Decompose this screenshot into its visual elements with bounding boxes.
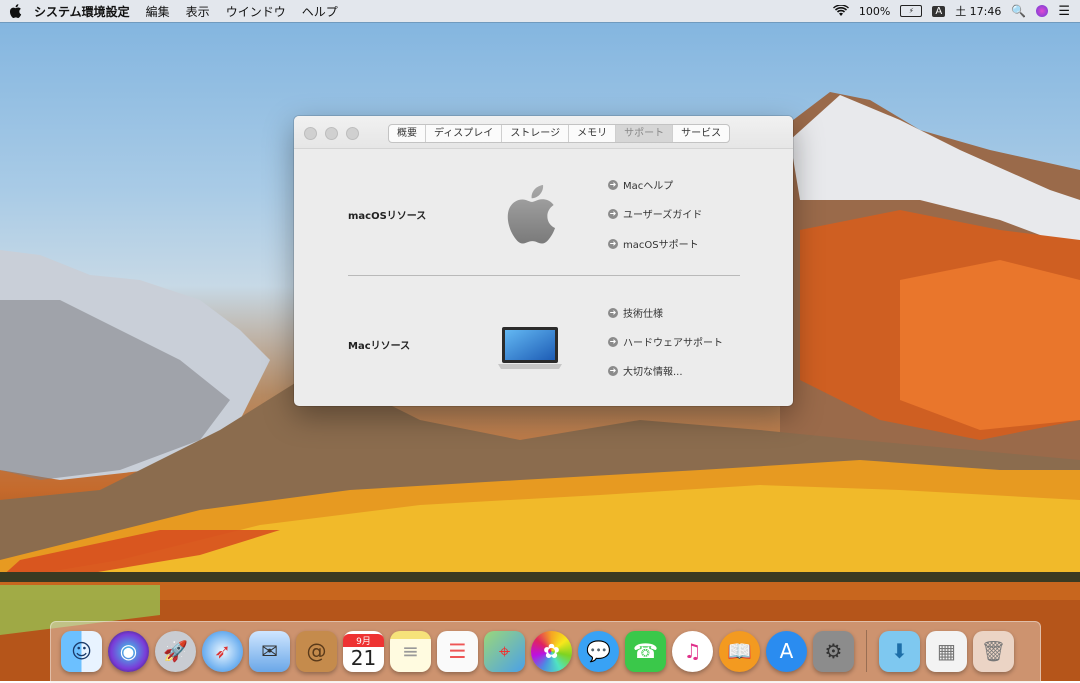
ibooks-icon[interactable]: 📖	[719, 630, 760, 672]
itunes-icon[interactable]: ♫	[672, 630, 713, 672]
zoom-button[interactable]	[346, 127, 359, 140]
tab-overview[interactable]: 概要	[389, 125, 425, 142]
tab-display[interactable]: ディスプレイ	[425, 125, 501, 142]
arrow-right-icon: ➜	[608, 307, 618, 318]
arrow-right-icon: ➜	[608, 208, 618, 219]
link-mac-help[interactable]: ➜ Macヘルプ	[608, 177, 673, 192]
menu-help[interactable]: ヘルプ	[294, 3, 346, 20]
minimize-button[interactable]	[325, 127, 338, 140]
battery-icon[interactable]: ⚡	[900, 5, 923, 17]
arrow-right-icon: ➜	[608, 365, 618, 376]
link-macos-support[interactable]: ➜ macOSサポート	[608, 236, 699, 251]
section-divider	[348, 275, 740, 276]
photos-icon[interactable]: ✿	[531, 630, 572, 672]
apple-logo-icon	[507, 185, 556, 244]
mail-icon[interactable]: ✉	[249, 630, 290, 672]
dock-separator	[866, 630, 867, 672]
wifi-icon[interactable]	[832, 5, 849, 17]
tab-support[interactable]: サポート	[615, 125, 673, 142]
messages-icon[interactable]: 💬	[578, 630, 619, 672]
recent-documents-icon[interactable]: ▦	[926, 630, 967, 672]
finder-icon[interactable]: ☺	[61, 630, 102, 672]
arrow-right-icon: ➜	[608, 179, 618, 190]
macbook-icon	[498, 327, 562, 369]
macos-resources-title: macOSリソース	[348, 211, 427, 222]
arrow-right-icon: ➜	[608, 238, 618, 249]
support-pane: macOSリソース ➜ Macヘルプ ➜ ユーザーズガイド ➜ macOSサポート M…	[294, 149, 793, 406]
menu-bar: システム環境設定 編集 表示 ウインドウ ヘルプ 100% ⚡ A 土 17:4…	[0, 0, 1080, 22]
safari-icon[interactable]: ➶	[202, 630, 243, 672]
trash-icon[interactable]: 🗑	[973, 630, 1014, 672]
siri-icon[interactable]: ◉	[108, 630, 149, 672]
downloads-folder-icon[interactable]: ⬇	[879, 630, 920, 672]
tab-service[interactable]: サービス	[672, 125, 729, 142]
notes-icon[interactable]: ≡	[390, 630, 431, 672]
link-tech-specs[interactable]: ➜ 技術仕様	[608, 305, 663, 320]
menu-clock[interactable]: 土 17:46	[955, 3, 1001, 19]
close-button[interactable]	[304, 127, 317, 140]
segmented-tab-bar: 概要 ディスプレイ ストレージ メモリ サポート サービス	[388, 124, 731, 143]
menu-window[interactable]: ウインドウ	[218, 3, 294, 20]
about-this-mac-window: 概要 ディスプレイ ストレージ メモリ サポート サービス macOSリソース …	[294, 116, 793, 406]
calendar-icon[interactable]: 9月 21	[343, 630, 384, 672]
menu-edit[interactable]: 編集	[138, 3, 178, 20]
apple-menu-icon[interactable]	[8, 3, 22, 19]
mac-resources-title: Macリソース	[348, 341, 411, 352]
reminders-icon[interactable]: ☰	[437, 630, 478, 672]
menu-view[interactable]: 表示	[178, 3, 218, 20]
battery-percent[interactable]: 100%	[859, 5, 890, 18]
notification-center-icon[interactable]: ☰	[1058, 4, 1070, 19]
maps-icon[interactable]: ⌖	[484, 630, 525, 672]
launchpad-icon[interactable]: 🚀	[155, 630, 196, 672]
window-titlebar[interactable]: 概要 ディスプレイ ストレージ メモリ サポート サービス	[294, 116, 793, 149]
arrow-right-icon: ➜	[608, 336, 618, 347]
tab-memory[interactable]: メモリ	[568, 125, 615, 142]
dock: ☺ ◉ 🚀 ➶ ✉ @ 9月 21 ≡ ☰ ⌖ ✿ 💬 ☎ ♫ 📖 A ⚙ ⬇ …	[50, 621, 1041, 683]
facetime-icon[interactable]: ☎	[625, 630, 666, 672]
link-user-guide[interactable]: ➜ ユーザーズガイド	[608, 206, 702, 221]
menu-app-name[interactable]: システム環境設定	[26, 3, 138, 20]
tab-storage[interactable]: ストレージ	[501, 125, 568, 142]
app-store-icon[interactable]: A	[766, 630, 807, 672]
system-preferences-icon[interactable]: ⚙	[813, 630, 854, 672]
spotlight-icon[interactable]: 🔍	[1011, 4, 1026, 18]
siri-menu-icon[interactable]	[1036, 5, 1049, 17]
input-method-indicator[interactable]: A	[932, 5, 946, 17]
contacts-icon[interactable]: @	[296, 630, 337, 672]
link-important-info[interactable]: ➜ 大切な情報...	[608, 363, 683, 378]
link-hardware-support[interactable]: ➜ ハードウェアサポート	[608, 334, 723, 349]
